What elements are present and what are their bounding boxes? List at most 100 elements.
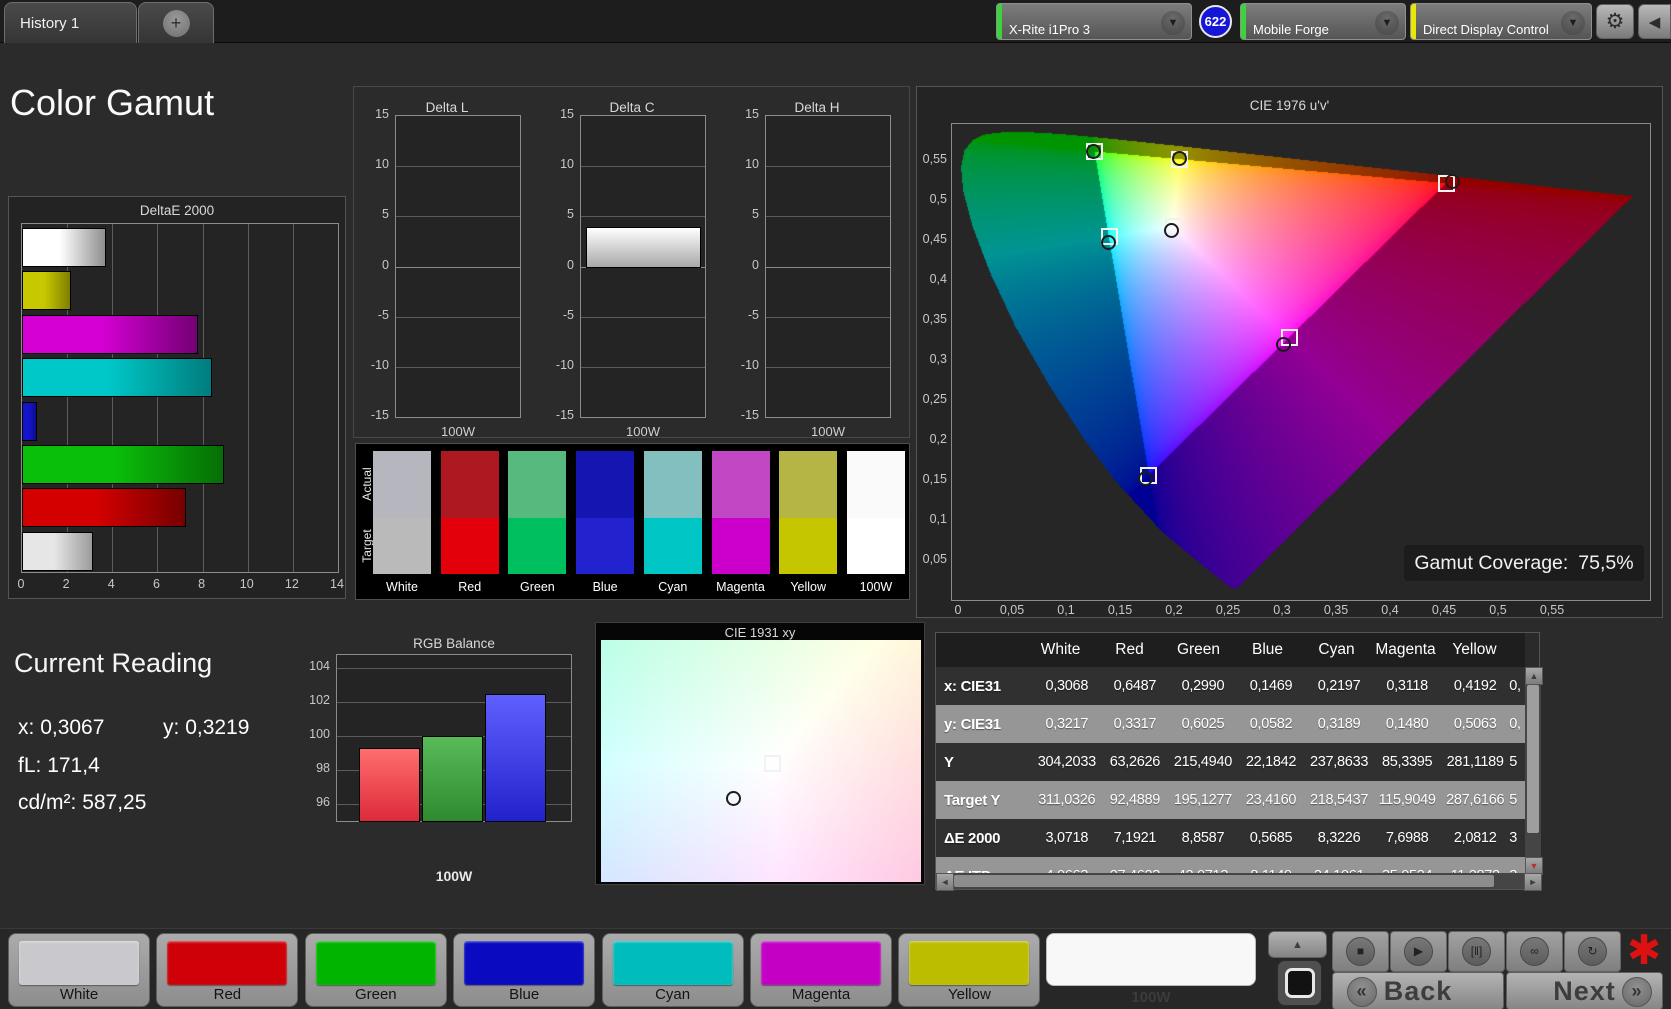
- table-hscrollbar[interactable]: ◄ ►: [936, 873, 1542, 891]
- pattern-button-100w-selected[interactable]: [1046, 933, 1256, 986]
- settings-button[interactable]: ⚙: [1596, 4, 1634, 39]
- cie1976-panel: CIE 1976 u'v' 0,55 0,5 0,45 0,4 0,35 0,3 0,25 0…: [916, 86, 1663, 618]
- table-cell: 0,3217: [1045, 716, 1089, 732]
- display-control-dropdown[interactable]: Direct Display Control ▼: [1410, 3, 1592, 40]
- table-cell-clipped: 5: [1509, 754, 1517, 770]
- pattern-button-cyan[interactable]: Cyan: [601, 933, 744, 1007]
- y-tick-label: 0,25: [922, 392, 947, 406]
- pattern-button-yellow[interactable]: Yellow: [898, 933, 1041, 1007]
- step-icon: [‖]: [1462, 937, 1491, 966]
- tab-history-1[interactable]: History 1: [4, 2, 137, 43]
- swatch-label: 100W: [859, 580, 893, 594]
- swatch-label: Magenta: [716, 580, 765, 594]
- alert-asterisk-icon[interactable]: ✱: [1620, 927, 1668, 973]
- cie1976-y-axis: 0,55 0,5 0,45 0,4 0,35 0,3 0,25 0,2 0,15 0,1 0,05: [917, 87, 951, 619]
- bar-100w: [22, 228, 107, 267]
- source-dropdown[interactable]: Mobile Forge ▼: [1240, 3, 1406, 40]
- chevron-down-icon[interactable]: ▼: [1161, 11, 1185, 35]
- reading-cd-label: cd/m²:: [18, 791, 77, 814]
- x-tick-label: 0,5: [1489, 603, 1507, 617]
- swatch-label: Yellow: [790, 580, 827, 594]
- page-title: Color Gamut: [10, 82, 215, 123]
- collapse-panel-button[interactable]: ◀: [1638, 4, 1671, 39]
- table-cell: 0,5685: [1249, 830, 1293, 846]
- play-button[interactable]: ▶: [1390, 931, 1447, 972]
- pattern-swatch: [761, 941, 881, 985]
- y-tick-label: 0,45: [922, 232, 947, 246]
- reading-cd-value: 587,25: [82, 791, 147, 814]
- column-header-cyan: Cyan: [1318, 641, 1355, 658]
- pattern-swatch: [612, 941, 733, 985]
- cie1931-diagram: [601, 640, 921, 882]
- repeat-button[interactable]: ↻: [1564, 931, 1621, 972]
- table-cell-clipped: 5: [1509, 792, 1517, 808]
- pattern-button-white[interactable]: White: [8, 933, 150, 1007]
- x-tick-label: 4: [107, 577, 115, 591]
- y-tick-label: 0,5: [929, 192, 947, 206]
- bar-green: [22, 445, 224, 484]
- pattern-button-green[interactable]: Green: [304, 933, 447, 1007]
- plus-icon: +: [162, 9, 190, 37]
- table-cell-clipped: 0,: [1509, 678, 1521, 694]
- pattern-button-magenta[interactable]: Magenta: [750, 933, 892, 1007]
- back-button[interactable]: « Back: [1332, 972, 1504, 1009]
- rgb-balance-plot: [336, 654, 572, 822]
- add-tab-button[interactable]: +: [138, 2, 214, 43]
- pattern-label: Yellow: [947, 986, 991, 1003]
- deltae2000-title: DeltaE 2000: [139, 203, 215, 218]
- y-tick-label: 0,15: [922, 472, 947, 486]
- pattern-window-up-button[interactable]: ▲: [1268, 931, 1327, 958]
- reading-fl-label: fL:: [18, 754, 42, 777]
- measured-point-cyan: [1100, 234, 1116, 250]
- stop-icon: ■: [1346, 937, 1375, 966]
- hscroll-thumb[interactable]: [954, 875, 1494, 887]
- table-cell-clipped: 3: [1509, 830, 1517, 846]
- pattern-button-red[interactable]: Red: [156, 933, 299, 1007]
- target-square-white: [764, 755, 782, 773]
- vscroll-thumb[interactable]: [1527, 685, 1539, 833]
- column-header-yellow: Yellow: [1452, 641, 1497, 658]
- pattern-window-button[interactable]: [1277, 960, 1322, 1006]
- swatch-label: White: [386, 580, 418, 594]
- rgb-balance-x-label: 100W: [435, 868, 473, 884]
- target-swatch-blue: [576, 518, 635, 574]
- continuous-button[interactable]: ∞: [1506, 931, 1563, 972]
- bar-red: [22, 488, 187, 528]
- actual-swatch-blue: [576, 451, 635, 518]
- y-tick-label: 100: [309, 727, 330, 741]
- stop-button[interactable]: ■: [1332, 931, 1389, 972]
- next-button[interactable]: Next »: [1506, 972, 1663, 1009]
- gear-icon: ⚙: [1605, 10, 1625, 33]
- scroll-left-icon[interactable]: ◄: [936, 873, 954, 891]
- cie1931-title: CIE 1931 xy: [724, 625, 796, 640]
- y-tick-label: 0,3: [929, 352, 947, 366]
- scroll-up-icon[interactable]: ▲: [1525, 667, 1543, 685]
- bar-blue: [485, 693, 546, 822]
- column-header-magenta: Magenta: [1375, 641, 1436, 658]
- pattern-label: Red: [213, 986, 242, 1003]
- x-tick-label: 0: [17, 577, 25, 591]
- scroll-right-icon[interactable]: ►: [1524, 873, 1542, 891]
- bar-white: [22, 531, 94, 571]
- pattern-button-blue[interactable]: Blue: [453, 933, 596, 1007]
- target-swatch-magenta: [711, 518, 770, 574]
- row-label: y: CIE31: [944, 715, 1001, 733]
- current-reading-title: Current Reading: [14, 648, 213, 678]
- table-vscrollbar[interactable]: ▲ ▼: [1525, 667, 1543, 875]
- chevron-down-icon[interactable]: ▼: [1375, 11, 1399, 35]
- bar-red: [359, 747, 420, 822]
- step-button[interactable]: [‖]: [1448, 931, 1505, 972]
- pattern-bar: White Red Green Blue Cyan Magenta Yellow 100W ▲…: [0, 927, 1671, 1009]
- swatch-label: Red: [458, 580, 482, 594]
- measured-point-red: [1445, 173, 1461, 189]
- chevrons-left-icon: «: [1347, 977, 1377, 1007]
- display-label: Direct Display Control: [1423, 22, 1549, 37]
- meter-dropdown[interactable]: X-Rite i1Pro 3 Direct View ▼: [996, 3, 1192, 40]
- row-label: Target Y: [944, 791, 1001, 809]
- pattern-label: 100W: [1131, 989, 1171, 1006]
- table-cell: 0,3317: [1113, 716, 1157, 732]
- x-tick-label: 0,1: [1057, 603, 1075, 617]
- table-cell: 3,0718: [1045, 830, 1089, 846]
- table-cell: 8,8587: [1181, 830, 1225, 846]
- chevron-down-icon[interactable]: ▼: [1561, 11, 1585, 35]
